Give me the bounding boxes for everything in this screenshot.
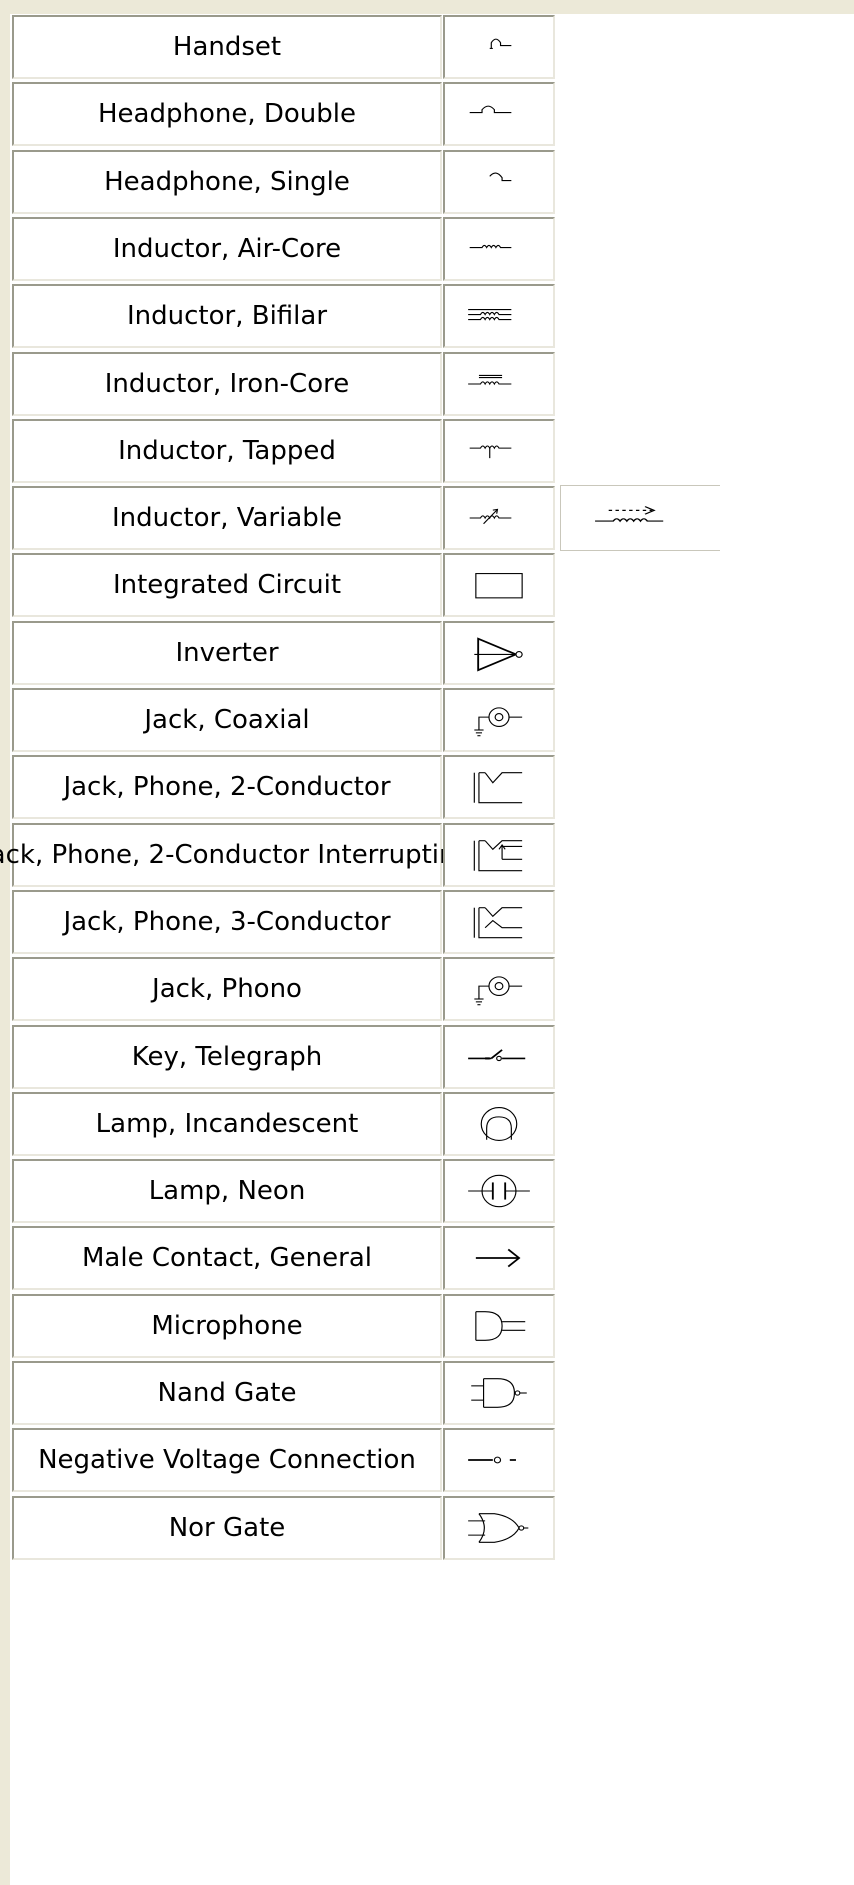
symbol-image-cell <box>443 1428 555 1492</box>
symbol-name-text: Inductor, Bifilar <box>126 301 328 331</box>
symbol-name-cell: Inverter <box>12 621 442 685</box>
symbol-name-text: Negative Voltage Connection <box>38 1445 416 1475</box>
symbol-image-cell <box>443 284 555 348</box>
inverter-symbol <box>474 637 523 672</box>
symbol-name-text: Inductor, Variable <box>111 503 342 533</box>
symbol-image-cell <box>443 688 555 752</box>
symbol-alt-image-cell <box>560 485 720 551</box>
symbol-name-text: Jack, Phone, 2-Conductor Interrupting <box>0 840 472 870</box>
symbol-name-cell: Inductor, Iron-Core <box>12 352 442 416</box>
symbol-name-text: Inductor, Tapped <box>118 436 336 466</box>
symbol-name-text: Inductor, Air-Core <box>112 234 342 264</box>
symbol-name-text: Jack, Phone, 3-Conductor <box>63 907 391 937</box>
symbol-name-cell: Lamp, Neon <box>12 1159 442 1223</box>
symbol-name-cell: Inductor, Air-Core <box>12 217 442 281</box>
symbol-name-cell: Headphone, Single <box>12 150 442 214</box>
microphone-symbol <box>475 1311 526 1341</box>
symbol-image-cell <box>443 1294 555 1358</box>
symbol-name-cell: Nand Gate <box>12 1361 442 1425</box>
symbol-name-cell: Handset <box>12 15 442 79</box>
symbol-name-cell: Inductor, Variable <box>12 486 442 550</box>
symbol-image-cell <box>443 755 555 819</box>
inductor-bifilar-symbol <box>468 309 512 321</box>
symbol-image-cell <box>443 621 555 685</box>
integrated-circuit-symbol <box>475 573 523 599</box>
handset-symbol <box>489 38 512 49</box>
jack-coaxial-symbol <box>474 707 523 737</box>
headphone-double-symbol <box>469 105 512 114</box>
symbol-name-cell: Male Contact, General <box>12 1226 442 1290</box>
symbol-name-text: Inductor, Iron-Core <box>104 369 350 399</box>
symbol-image-cell <box>443 1226 555 1290</box>
symbol-name-text: Nand Gate <box>157 1378 297 1408</box>
symbol-name-text: Lamp, Incandescent <box>95 1109 359 1139</box>
jack-phone-3-conductor-symbol <box>473 907 523 939</box>
nor-gate-symbol <box>468 1513 529 1543</box>
symbol-name-cell: Jack, Phono <box>12 957 442 1021</box>
top-margin <box>0 0 854 14</box>
symbol-name-cell: Key, Telegraph <box>12 1025 442 1089</box>
inductor-variable-symbol <box>469 508 512 525</box>
symbol-table-page: Handset Headphone, Double Headphone, Singl… <box>0 0 854 1885</box>
symbol-image-cell <box>443 419 555 483</box>
inductor-iron-core-symbol <box>468 374 512 386</box>
symbol-image-cell <box>443 823 555 887</box>
inductor-air-core-symbol <box>469 244 512 249</box>
symbol-image-cell <box>443 150 555 214</box>
symbol-image-cell <box>443 890 555 954</box>
symbol-name-text: Nor Gate <box>168 1513 286 1543</box>
symbol-name-text: Male Contact, General <box>82 1243 372 1273</box>
symbol-image-cell <box>443 1496 555 1560</box>
symbol-name-cell: Lamp, Incandescent <box>12 1092 442 1156</box>
jack-phone-2-conductor-symbol <box>473 772 523 804</box>
symbol-name-cell: Jack, Phone, 2-Conductor <box>12 755 442 819</box>
inductor-tapped-symbol <box>469 445 512 459</box>
jack-phono-symbol <box>474 976 523 1006</box>
symbol-name-cell: Jack, Phone, 3-Conductor <box>12 890 442 954</box>
symbol-name-text: Jack, Phono <box>152 974 302 1004</box>
symbol-name-text: Lamp, Neon <box>148 1176 306 1206</box>
symbol-name-text: Jack, Coaxial <box>144 705 310 735</box>
symbol-name-text: Handset <box>172 32 282 62</box>
jack-phone-2-conductor-interrupting-symbol <box>473 840 523 872</box>
symbol-image-cell <box>443 82 555 146</box>
symbol-image-cell <box>443 217 555 281</box>
symbol-name-text: Integrated Circuit <box>112 570 342 600</box>
key-telegraph-symbol <box>468 1049 526 1062</box>
lamp-neon-symbol <box>468 1174 530 1208</box>
symbol-name-cell: Microphone <box>12 1294 442 1358</box>
symbol-name-text: Headphone, Double <box>97 99 356 129</box>
symbol-name-cell: Negative Voltage Connection <box>12 1428 442 1492</box>
lamp-incandescent-symbol <box>480 1107 518 1141</box>
nand-gate-symbol <box>471 1378 527 1408</box>
symbol-name-text: Jack, Phone, 2-Conductor <box>63 772 391 802</box>
symbol-name-cell: Jack, Phone, 2-Conductor Interrupting <box>0 823 472 887</box>
negative-voltage-connection-symbol <box>468 1456 516 1464</box>
symbol-name-cell: Jack, Coaxial <box>12 688 442 752</box>
symbol-name-cell: Nor Gate <box>12 1496 442 1560</box>
symbol-image-cell <box>443 1361 555 1425</box>
symbol-name-cell: Inductor, Tapped <box>12 419 442 483</box>
symbol-name-text: Key, Telegraph <box>131 1042 323 1072</box>
symbol-image-cell <box>443 1092 555 1156</box>
left-margin <box>0 0 10 1885</box>
symbol-name-cell: Inductor, Bifilar <box>12 284 442 348</box>
symbol-image-cell <box>443 352 555 416</box>
symbol-image-cell <box>443 486 555 550</box>
symbol-name-cell: Headphone, Double <box>12 82 442 146</box>
symbol-name-text: Microphone <box>151 1311 303 1341</box>
symbol-image-cell <box>443 553 555 617</box>
symbol-image-cell <box>443 15 555 79</box>
inductor-variable-alt-symbol <box>595 506 664 523</box>
symbol-image-cell <box>443 957 555 1021</box>
symbol-name-text: Inverter <box>175 638 279 668</box>
symbol-name-cell: Integrated Circuit <box>12 553 442 617</box>
male-contact-symbol <box>475 1248 521 1268</box>
headphone-single-symbol <box>489 172 512 182</box>
symbol-name-text: Headphone, Single <box>104 167 350 197</box>
symbol-image-cell <box>443 1159 555 1223</box>
symbol-image-cell <box>443 1025 555 1089</box>
